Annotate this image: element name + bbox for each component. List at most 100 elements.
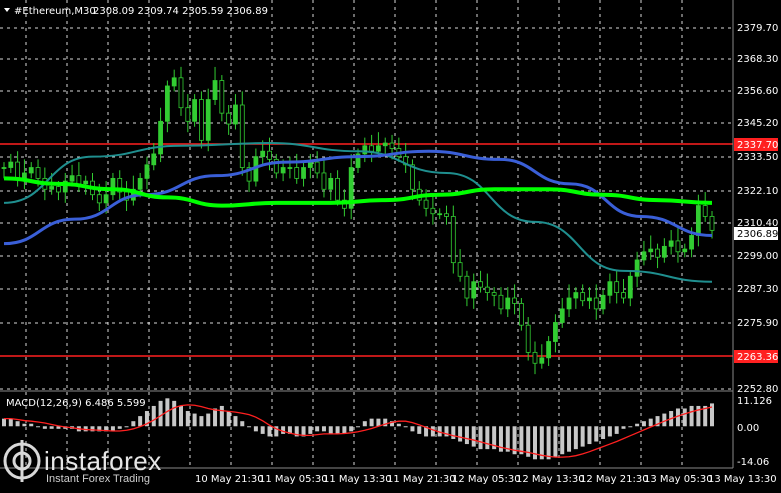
macd-bar: [410, 426, 415, 432]
price-tick: 2356.60: [737, 86, 778, 97]
candle-body: [362, 145, 368, 155]
price-chart[interactable]: 2379.70 2368.30 2356.60 2345.20 2333.50 …: [0, 0, 781, 489]
candle-body: [444, 213, 449, 217]
support-price-label: 2263.36: [737, 352, 778, 363]
candle-body: [423, 199, 429, 209]
price-tick: 2322.10: [737, 186, 778, 197]
candle-body: [307, 161, 313, 168]
candle-body: [471, 281, 477, 299]
macd-bar: [356, 426, 360, 428]
macd-indicator-label[interactable]: MACD(12,26,9) 6.486 5.599: [6, 398, 146, 409]
candle-body: [566, 297, 572, 310]
macd-bar: [478, 426, 483, 450]
macd-tick: 11.126: [737, 396, 772, 407]
macd-bar: [376, 418, 381, 427]
candle-body: [301, 167, 306, 179]
watermark-tagline: Instant Forex Trading: [46, 473, 150, 485]
candle-body: [369, 145, 375, 152]
candle-body: [648, 248, 654, 253]
macd-bar: [315, 426, 320, 432]
candle-body: [212, 80, 218, 100]
candle-body: [294, 167, 300, 179]
candle-body: [621, 292, 626, 299]
macd-bar: [560, 426, 565, 455]
candle-body: [137, 177, 143, 190]
macd-bar: [42, 426, 47, 429]
macd-bar: [247, 426, 252, 428]
candle-body: [267, 150, 272, 160]
macd-bar: [682, 408, 687, 427]
candle-body: [239, 104, 245, 168]
price-tick: 2287.30: [737, 284, 778, 295]
candle-body: [600, 294, 606, 310]
candle-body: [689, 235, 694, 250]
macd-bar: [29, 423, 34, 427]
candle-body: [498, 294, 504, 310]
macd-bar: [8, 418, 13, 427]
time-label: 13 May 13:30: [708, 474, 777, 485]
candle-body: [627, 275, 633, 299]
symbol-timeframe-label: #Ethereum,M30: [14, 6, 96, 17]
macd-bar: [587, 426, 592, 445]
macd-bar: [485, 426, 490, 450]
candle-body: [69, 175, 75, 182]
candle-body: [505, 297, 511, 310]
macd-bar: [396, 423, 401, 427]
macd-tick: -14.06: [737, 457, 769, 468]
candle-body: [532, 351, 538, 364]
candle-body: [382, 142, 388, 147]
candle-body: [675, 240, 681, 253]
time-label: 12 May 21:30: [580, 474, 649, 485]
macd-bar: [328, 426, 333, 434]
macd-bar: [349, 426, 354, 432]
macd-bar: [451, 426, 456, 439]
candle-body: [199, 99, 204, 141]
macd-bar: [124, 426, 129, 428]
candle-body: [709, 216, 715, 231]
macd-bar: [369, 418, 374, 427]
candle-body: [260, 150, 266, 158]
macd-bar: [689, 405, 694, 427]
time-label: 11 May 21:30: [387, 474, 456, 485]
candle-body: [573, 292, 579, 299]
candle-body: [430, 207, 436, 215]
candle-body: [185, 107, 191, 122]
resistance-price-label: 2337.70: [737, 140, 778, 151]
macd-bar: [430, 426, 435, 437]
macd-bar: [621, 426, 626, 429]
macd-bar: [281, 426, 286, 434]
price-tick: 2345.20: [737, 118, 778, 129]
candle-body: [580, 292, 586, 302]
candle-body: [389, 142, 395, 149]
candle-body: [83, 180, 89, 185]
macd-bar: [233, 416, 238, 427]
candle-body: [695, 205, 701, 236]
candle-body: [103, 194, 109, 204]
candle-body: [491, 292, 497, 296]
candle-body: [28, 167, 34, 174]
candle-body: [1, 167, 7, 169]
price-tick: 2368.30: [737, 54, 778, 65]
macd-bar: [179, 405, 183, 427]
candle-body: [233, 104, 238, 125]
candle-body: [437, 213, 443, 216]
candle-body: [553, 322, 558, 342]
chart-window[interactable]: 2379.70 2368.30 2356.60 2345.20 2333.50 …: [0, 0, 781, 489]
macd-bar: [335, 426, 340, 434]
price-tick: 2252.80: [737, 384, 778, 395]
candle-body: [164, 85, 170, 122]
macd-bar: [226, 411, 231, 427]
candle-body: [559, 308, 565, 323]
candle-body: [110, 177, 116, 196]
candle-body: [410, 164, 415, 190]
macd-bar: [172, 400, 177, 427]
current-price-label: 2306.89: [737, 229, 778, 240]
macd-tick: 0.00: [737, 423, 759, 434]
macd-bar: [22, 423, 27, 427]
macd-bar: [567, 426, 572, 452]
candle-body: [328, 177, 334, 190]
time-label: 12 May 13:30: [516, 474, 585, 485]
candle-body: [614, 281, 620, 293]
candle-body: [546, 341, 552, 359]
candle-body: [450, 216, 456, 264]
